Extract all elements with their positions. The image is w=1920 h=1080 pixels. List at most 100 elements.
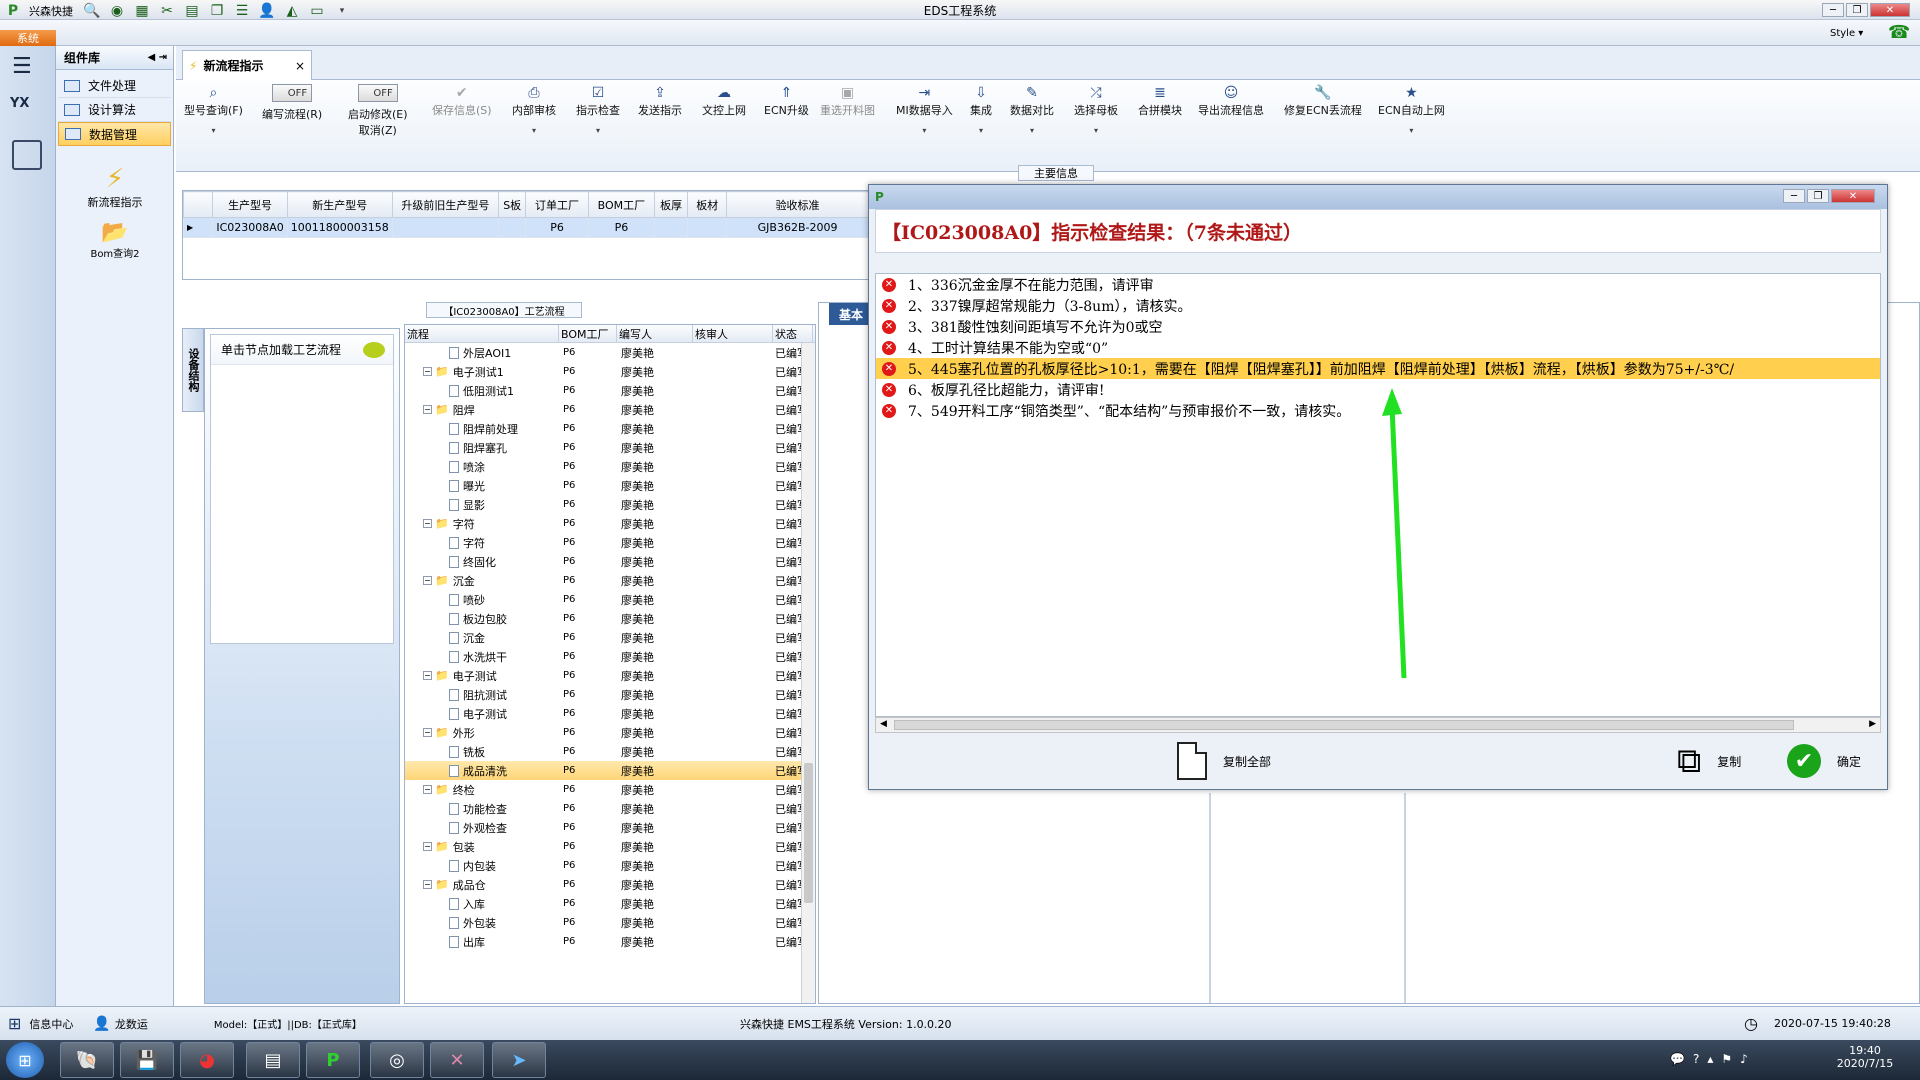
table-row[interactable]: ▶ IC023008A0 10011800003158 P6 P6 GJB362… [182,217,869,238]
doc-control-online-button[interactable]: ☁ 文控上网 [702,84,746,118]
dialog-horizontal-scrollbar[interactable]: ◀ ▶ [875,717,1881,733]
collapse-toggle-icon[interactable]: − [423,842,432,851]
table-cell[interactable]: P6 [587,217,656,238]
monitor-icon[interactable]: ▭ [306,1,328,21]
nav-item-design-algorithm[interactable]: 设计算法 [58,98,171,122]
table-cell[interactable] [654,217,689,238]
column-header[interactable]: BOM工厂 [587,191,656,218]
chart-icon[interactable]: ◭ [281,1,303,21]
start-modify-toggle[interactable]: OFF 启动修改(E) 取消(Z) [348,84,408,138]
search-icon[interactable]: 🔍 [81,1,103,21]
list-item[interactable]: ✕ 2、337镍厚超常规能力（3-8um），请核实。 [876,295,1880,316]
tree-node[interactable]: − 📁 沉金 [405,573,559,589]
taskbar-x-app-icon[interactable]: ✕ [430,1042,484,1078]
taskbar-shell-icon[interactable]: 🐚 [60,1042,114,1078]
ecn-auto-online-button[interactable]: ★ ECN自动上网 ▾ [1378,84,1445,135]
tree-row[interactable]: 外观检查 P6 廖美艳 已编写 [405,818,815,837]
select-mother-board-button[interactable]: ⤮ 选择母板 ▾ [1074,84,1118,135]
taskbar-save-icon[interactable]: 💾 [120,1042,174,1078]
dialog-maximize-button[interactable]: ❐ [1807,189,1829,203]
hint-row[interactable]: 单击节点加载工艺流程 [211,335,393,365]
tree-row[interactable]: 显影 P6 廖美艳 已编写 [405,495,815,514]
export-flow-info-button[interactable]: ☺ 导出流程信息 [1198,84,1264,118]
collapse-toggle-icon[interactable]: − [423,576,432,585]
repair-ecn-flow-button[interactable]: 🔧 修复ECN丢流程 [1284,84,1362,118]
column-header[interactable]: 生产型号 [212,191,288,218]
tray-help-icon[interactable]: ? [1693,1052,1699,1066]
dialog-minimize-button[interactable]: ─ [1783,189,1805,203]
tree-row[interactable]: − 📁 阻焊 P6 廖美艳 已编写 [405,400,815,419]
shortcut-new-flow[interactable]: ⚡ 新流程指示 [56,164,174,210]
scrollbar-thumb[interactable] [804,763,813,903]
tree-node[interactable]: − 📁 外形 [405,725,559,741]
list-item[interactable]: ✕ 1、336沉金金厚不在能力范围，请评审 [876,274,1880,295]
tray-flag-icon[interactable]: ⚑ [1721,1052,1732,1066]
tree-node[interactable]: − 📁 成品仓 [405,877,559,893]
start-button[interactable]: ⊞ [6,1042,44,1078]
tree-node[interactable]: 沉金 [405,630,559,646]
tree-row[interactable]: 铣板 P6 廖美艳 已编写 [405,742,815,761]
tree-node[interactable]: 成品清洗 [405,763,559,779]
tree-row[interactable]: 阻抗测试 P6 廖美艳 已编写 [405,685,815,704]
list-item[interactable]: ✕ 3、381酸性蚀刻间距填写不允许为0或空 [876,316,1880,337]
tree-node[interactable]: 板边包胶 [405,611,559,627]
collapse-toggle-icon[interactable]: − [423,519,432,528]
basic-info-tab[interactable]: 基本 [829,303,873,325]
tree-row[interactable]: − 📁 终检 P6 廖美艳 已编写 [405,780,815,799]
tree-node[interactable]: 阻焊前处理 [405,421,559,437]
tree-row[interactable]: 电子测试 P6 廖美艳 已编写 [405,704,815,723]
taskbar-eds-app-icon[interactable]: P [306,1042,360,1078]
tab-new-flow-instruction[interactable]: ⚡ 新流程指示 × [182,50,312,80]
column-header[interactable]: 流程 [405,325,559,342]
tree-row[interactable]: 喷砂 P6 廖美艳 已编写 [405,590,815,609]
ecn-upgrade-button[interactable]: ⇑ ECN升级 [764,84,809,118]
tree-node[interactable]: 入库 [405,896,559,912]
column-header[interactable]: 板厚 [654,191,689,218]
dialog-close-button[interactable]: ✕ [1831,189,1875,203]
customize-icon[interactable]: ▾ [331,1,353,21]
splitter[interactable] [1209,793,1211,1003]
toggle-switch[interactable]: OFF [357,84,398,102]
tree-node[interactable]: 低阻测试1 [405,383,559,399]
scrollbar-thumb[interactable] [894,720,1794,730]
nav-item-data-management[interactable]: 数据管理 [58,122,171,146]
data-compare-button[interactable]: ✎ 数据对比 ▾ [1010,84,1054,135]
scroll-right-icon[interactable]: ▶ [1869,719,1876,729]
splitter[interactable] [1404,793,1406,1003]
tree-node[interactable]: 终固化 [405,554,559,570]
copy-button[interactable]: ⧉ 复制 [1677,744,1741,778]
column-header[interactable]: 状态 [773,325,813,342]
list-item[interactable]: ✕ 4、工时计算结果不能为空或“0” [876,337,1880,358]
close-tab-icon[interactable]: × [295,59,305,73]
style-menu[interactable]: Style ▾ [1830,28,1863,39]
collapse-toggle-icon[interactable]: − [423,785,432,794]
taskbar-eye-icon[interactable]: ◎ [370,1042,424,1078]
tree-row[interactable]: 功能检查 P6 廖美艳 已编写 [405,799,815,818]
tree-row[interactable]: 阻焊前处理 P6 廖美艳 已编写 [405,419,815,438]
taskbar-notepad-icon[interactable]: ▤ [246,1042,300,1078]
tree-node[interactable]: 内包装 [405,858,559,874]
list-item-selected[interactable]: ✕ 5、445塞孔位置的孔板厚径比>10:1，需要在【阻焊【阻焊塞孔】】前加阻焊【… [876,358,1880,379]
tree-vertical-scrollbar[interactable] [801,343,815,1003]
tree-row[interactable]: 沉金 P6 廖美艳 已编写 [405,628,815,647]
ok-button[interactable]: ✔ 确定 [1787,744,1861,778]
calculator-icon[interactable] [12,140,42,170]
copy-icon[interactable]: ❐ [206,1,228,21]
tray-network-icon[interactable]: ▴ [1707,1052,1713,1066]
model-query-button[interactable]: ⌕ 型号查询(F) ▾ [184,84,243,135]
tree-row[interactable]: 外层AOI1 P6 廖美艳 已编写 [405,343,815,362]
hamburger-menu-icon[interactable]: ☰ [12,54,32,79]
tree-row[interactable]: 低阻测试1 P6 廖美艳 已编写 [405,381,815,400]
table-cell[interactable] [391,217,500,238]
maximize-button[interactable]: ❐ [1846,3,1868,17]
column-header[interactable]: 升级前旧生产型号 [391,191,500,218]
table-cell[interactable] [687,217,728,238]
internal-review-button[interactable]: ⎙ 内部审核 ▾ [512,84,556,135]
tree-node[interactable]: 阻焊塞孔 [405,440,559,456]
tree-row[interactable]: − 📁 电子测试1 P6 廖美艳 已编写 [405,362,815,381]
collapse-toggle-icon[interactable]: − [423,367,432,376]
integration-button[interactable]: ⇩ 集成 ▾ [970,84,992,135]
tree-node[interactable]: 出库 [405,934,559,950]
minimize-button[interactable]: ─ [1822,3,1844,17]
tree-node[interactable]: − 📁 终检 [405,782,559,798]
